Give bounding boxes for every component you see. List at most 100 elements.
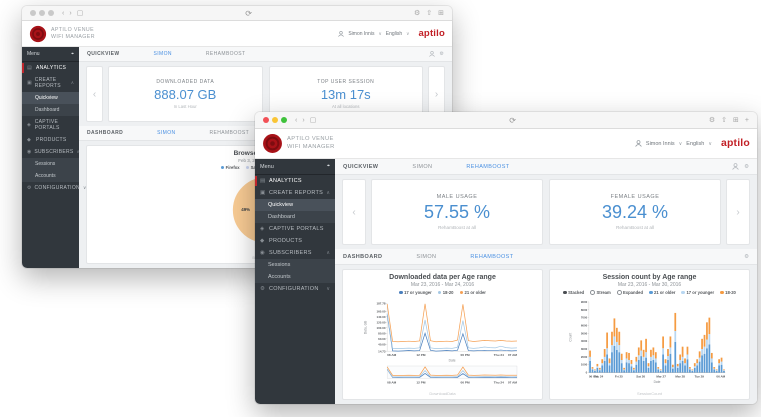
back-icon[interactable]: ‹ — [62, 10, 64, 17]
refresh-icon[interactable]: ⟳ — [88, 9, 409, 18]
sidebar-toggle-icon[interactable]: ▢ — [77, 10, 84, 17]
carousel-left-button[interactable]: ‹ — [86, 66, 103, 122]
bar-segment — [662, 355, 664, 373]
chart-title: Session count by Age range — [603, 274, 697, 281]
tab-simon[interactable]: SIMON — [157, 130, 175, 136]
pin-icon[interactable]: ⌖ — [71, 51, 74, 57]
legend-item-stream[interactable]: Stream — [590, 290, 611, 295]
bar-segment — [640, 340, 642, 350]
bar-segment — [691, 369, 693, 370]
forward-icon[interactable]: › — [302, 117, 304, 124]
x-tick-label: Mar 27 — [656, 375, 666, 379]
maximize-window-icon[interactable] — [48, 10, 54, 16]
legend-item-18-20[interactable]: 18-20 — [438, 290, 454, 295]
gear-icon[interactable]: ⚙ — [744, 254, 749, 260]
bar-segment — [601, 366, 603, 373]
legend-dot-icon — [681, 291, 685, 295]
settings-icon[interactable]: ⚙ — [414, 10, 420, 17]
sidebar-item-subscribers[interactable]: ◉SUBSCRIBERS∧ — [255, 247, 335, 259]
back-icon[interactable]: ‹ — [295, 117, 297, 124]
tab-rehamboost[interactable]: REHAMBOOST — [466, 164, 509, 170]
minimize-window-icon[interactable] — [272, 117, 278, 123]
sidebar-item-subscribers[interactable]: ◉SUBSCRIBERS∧ — [22, 146, 79, 158]
tab-simon[interactable]: SIMON — [416, 254, 436, 260]
legend-item-21-or-older[interactable]: 21 or older — [649, 290, 675, 295]
new-tab-icon[interactable]: + — [745, 117, 749, 124]
language-menu[interactable]: English — [386, 31, 402, 37]
share-icon[interactable]: ⇧ — [426, 10, 432, 17]
sidebar-item-products[interactable]: ◆PRODUCTS — [22, 134, 79, 146]
maximize-window-icon[interactable] — [281, 117, 287, 123]
tabs-icon[interactable]: ⊞ — [438, 10, 444, 17]
dashboard-bar: DASHBOARD SIMON REHAMBOOST ⚙ — [335, 249, 757, 265]
sidebar-item-analytics[interactable]: ▤ANALYTICS — [255, 175, 335, 187]
sidebar-toggle-icon[interactable]: ▢ — [310, 117, 317, 124]
sidebar-item-analytics[interactable]: ▤ANALYTICS — [22, 62, 79, 74]
close-window-icon[interactable] — [263, 117, 269, 123]
tab-simon[interactable]: SIMON — [154, 51, 172, 57]
language-menu[interactable]: English — [686, 141, 704, 147]
chevron-up-icon: ∧ — [71, 80, 74, 86]
sidebar-item-products[interactable]: ◆PRODUCTS — [255, 235, 335, 247]
sidebar-item-accounts[interactable]: Accounts — [22, 170, 79, 182]
line-chart: 187.78160.00140.00120.00100.0080.0060.00… — [350, 297, 535, 389]
sidebar-item-captive-portals[interactable]: ◈CAPTIVE PORTALS — [22, 116, 79, 134]
tab-rehamboost[interactable]: REHAMBOOST — [210, 130, 250, 136]
forward-icon[interactable]: › — [69, 10, 71, 17]
legend-dot-icon — [720, 291, 724, 295]
sidebar-item-create-reports[interactable]: ▣CREATE REPORTS∧ — [22, 74, 79, 92]
share-icon[interactable]: ⇧ — [721, 117, 727, 124]
settings-icon[interactable]: ⚙ — [709, 117, 715, 124]
user-menu[interactable]: Simon Innis — [348, 31, 374, 37]
bar-segment — [684, 363, 686, 365]
tab-rehamboost[interactable]: REHAMBOOST — [206, 51, 246, 57]
carousel-right-button[interactable]: › — [726, 179, 750, 245]
x-tick-label: Tue 29 — [694, 375, 704, 379]
refresh-icon[interactable]: ⟳ — [321, 116, 704, 125]
gear-icon[interactable]: ⚙ — [744, 164, 749, 170]
sidebar-item-quickview[interactable]: Quickview — [22, 92, 79, 104]
tabs-icon[interactable]: ⊞ — [733, 117, 739, 124]
legend-item-firefox[interactable]: Firefox — [221, 165, 240, 170]
sidebar-item-sessions[interactable]: Sessions — [255, 259, 335, 271]
sidebar-item-accounts[interactable]: Accounts — [255, 271, 335, 283]
minimize-window-icon[interactable] — [39, 10, 45, 16]
sidebar-item-configuration[interactable]: ⚙CONFIGURATION∨ — [22, 182, 79, 194]
legend-item-stacked[interactable]: Stacked — [563, 290, 584, 295]
sidebar-item-quickview[interactable]: Quickview — [255, 199, 335, 211]
legend-item-21-or-older[interactable]: 21 or older — [460, 290, 486, 295]
legend-item-17-or-younger[interactable]: 17 or younger — [399, 290, 432, 295]
legend-label: Expanded — [623, 290, 643, 295]
card-value: 39.24 % — [602, 202, 668, 223]
legend-item-18-20[interactable]: 18-20 — [720, 290, 736, 295]
sidebar-item-dashboard[interactable]: Dashboard — [22, 104, 79, 116]
sidebar-item-label: CREATE REPORTS — [35, 77, 68, 89]
bar-segment — [630, 364, 632, 366]
sidebar-item-create-reports[interactable]: ▣CREATE REPORTS∧ — [255, 187, 335, 199]
pin-icon[interactable]: ⌖ — [327, 163, 330, 170]
sidebar-item-configuration[interactable]: ⚙CONFIGURATION∨ — [255, 283, 335, 295]
analytics-icon: ▤ — [260, 178, 266, 184]
legend-item-expanded[interactable]: Expanded — [617, 290, 643, 295]
bar-segment — [647, 368, 649, 373]
tab-rehamboost[interactable]: REHAMBOOST — [470, 254, 513, 260]
bar-segment — [674, 331, 676, 342]
bar-segment — [606, 355, 608, 373]
gear-icon[interactable]: ⚙ — [440, 51, 444, 57]
carousel-left-button[interactable]: ‹ — [342, 179, 366, 245]
user-icon[interactable] — [732, 163, 739, 170]
bar-segment — [689, 369, 691, 370]
close-window-icon[interactable] — [30, 10, 36, 16]
window-controls[interactable] — [30, 10, 54, 16]
sidebar-item-sessions[interactable]: Sessions — [22, 158, 79, 170]
legend-item-17-or-younger[interactable]: 17 or younger — [681, 290, 714, 295]
tab-simon[interactable]: SIMON — [412, 164, 432, 170]
window-controls[interactable] — [263, 117, 287, 123]
sidebar-item-dashboard[interactable]: Dashboard — [255, 211, 335, 223]
bar-chart: 010002000300040005000600070008000900006 … — [557, 297, 742, 389]
sidebar-item-captive-portals[interactable]: ◈CAPTIVE PORTALS — [255, 223, 335, 235]
user-menu[interactable]: Simon Innis — [646, 141, 675, 147]
legend-label: 17 or younger — [686, 290, 714, 295]
bar-segment — [684, 366, 686, 373]
user-icon[interactable] — [429, 51, 435, 57]
